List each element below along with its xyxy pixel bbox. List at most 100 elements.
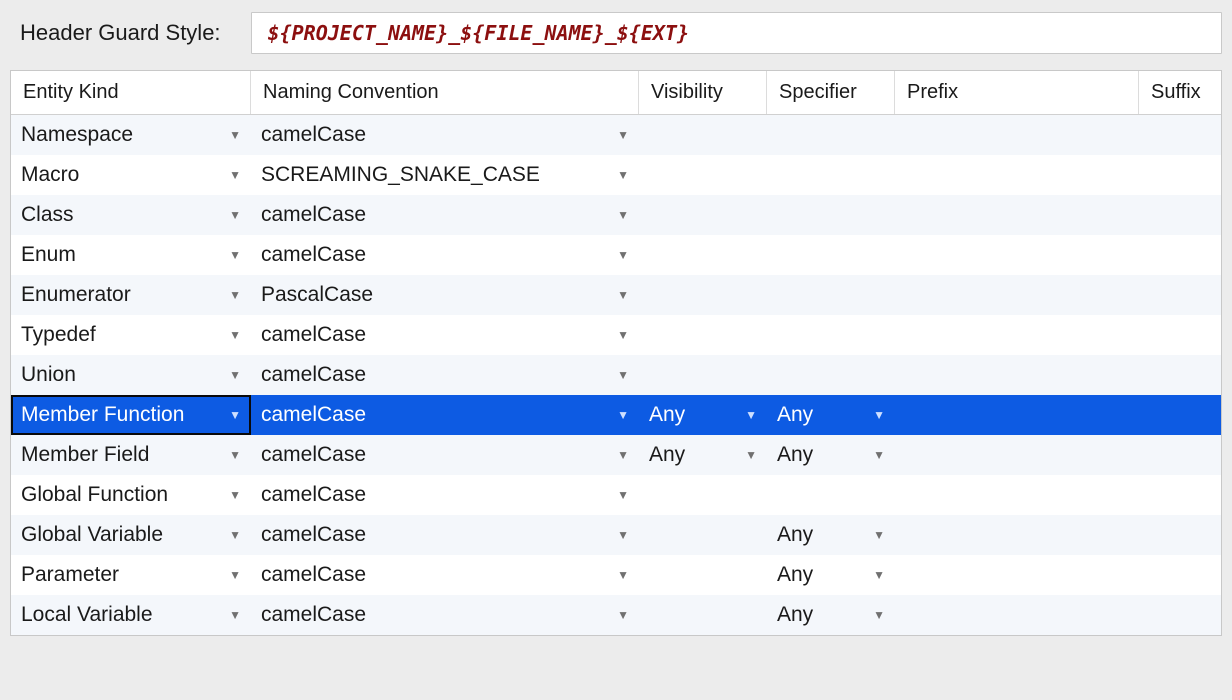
entity-kind-cell[interactable]: Enum▼ xyxy=(11,235,251,275)
col-header-entity[interactable]: Entity Kind xyxy=(11,71,251,114)
suffix-cell[interactable] xyxy=(1139,515,1221,555)
visibility-cell[interactable]: Any▼ xyxy=(639,435,767,475)
naming-convention-cell[interactable]: camelCase▼ xyxy=(251,195,639,235)
chevron-down-icon[interactable]: ▼ xyxy=(869,528,895,542)
chevron-down-icon[interactable]: ▼ xyxy=(613,368,639,382)
chevron-down-icon[interactable]: ▼ xyxy=(225,128,251,142)
entity-kind-cell[interactable]: Member Function▼ xyxy=(11,395,251,435)
suffix-cell[interactable] xyxy=(1139,235,1221,275)
table-row[interactable]: Enumerator▼PascalCase▼ xyxy=(11,275,1221,315)
naming-convention-cell[interactable]: camelCase▼ xyxy=(251,315,639,355)
col-header-convention[interactable]: Naming Convention xyxy=(251,71,639,114)
naming-convention-cell[interactable]: camelCase▼ xyxy=(251,475,639,515)
prefix-cell[interactable] xyxy=(895,195,1139,235)
chevron-down-icon[interactable]: ▼ xyxy=(225,408,251,422)
chevron-down-icon[interactable]: ▼ xyxy=(225,528,251,542)
suffix-cell[interactable] xyxy=(1139,275,1221,315)
specifier-cell[interactable]: Any▼ xyxy=(767,395,895,435)
chevron-down-icon[interactable]: ▼ xyxy=(869,568,895,582)
chevron-down-icon[interactable]: ▼ xyxy=(869,448,895,462)
entity-kind-cell[interactable]: Union▼ xyxy=(11,355,251,395)
chevron-down-icon[interactable]: ▼ xyxy=(225,328,251,342)
visibility-cell[interactable]: Any▼ xyxy=(639,395,767,435)
suffix-cell[interactable] xyxy=(1139,435,1221,475)
naming-convention-cell[interactable]: PascalCase▼ xyxy=(251,275,639,315)
suffix-cell[interactable] xyxy=(1139,555,1221,595)
suffix-cell[interactable] xyxy=(1139,115,1221,155)
prefix-cell[interactable] xyxy=(895,515,1139,555)
chevron-down-icon[interactable]: ▼ xyxy=(225,448,251,462)
col-header-prefix[interactable]: Prefix xyxy=(895,71,1139,114)
chevron-down-icon[interactable]: ▼ xyxy=(613,128,639,142)
suffix-cell[interactable] xyxy=(1139,355,1221,395)
chevron-down-icon[interactable]: ▼ xyxy=(613,408,639,422)
chevron-down-icon[interactable]: ▼ xyxy=(613,608,639,622)
chevron-down-icon[interactable]: ▼ xyxy=(225,568,251,582)
entity-kind-cell[interactable]: Global Function▼ xyxy=(11,475,251,515)
header-guard-input[interactable] xyxy=(251,12,1222,54)
entity-kind-cell[interactable]: Local Variable▼ xyxy=(11,595,251,635)
chevron-down-icon[interactable]: ▼ xyxy=(869,608,895,622)
col-header-suffix[interactable]: Suffix xyxy=(1139,71,1221,114)
table-row[interactable]: Member Field▼camelCase▼Any▼Any▼ xyxy=(11,435,1221,475)
chevron-down-icon[interactable]: ▼ xyxy=(613,328,639,342)
specifier-cell[interactable]: Any▼ xyxy=(767,595,895,635)
suffix-cell[interactable] xyxy=(1139,475,1221,515)
prefix-cell[interactable] xyxy=(895,475,1139,515)
chevron-down-icon[interactable]: ▼ xyxy=(741,448,767,462)
table-row[interactable]: Global Function▼camelCase▼ xyxy=(11,475,1221,515)
table-row[interactable]: Namespace▼camelCase▼ xyxy=(11,115,1221,155)
entity-kind-cell[interactable]: Enumerator▼ xyxy=(11,275,251,315)
chevron-down-icon[interactable]: ▼ xyxy=(225,288,251,302)
prefix-cell[interactable] xyxy=(895,155,1139,195)
table-row[interactable]: Typedef▼camelCase▼ xyxy=(11,315,1221,355)
entity-kind-cell[interactable]: Parameter▼ xyxy=(11,555,251,595)
table-row[interactable]: Parameter▼camelCase▼ Any▼ xyxy=(11,555,1221,595)
suffix-cell[interactable] xyxy=(1139,195,1221,235)
suffix-cell[interactable] xyxy=(1139,395,1221,435)
prefix-cell[interactable] xyxy=(895,275,1139,315)
col-header-visibility[interactable]: Visibility xyxy=(639,71,767,114)
chevron-down-icon[interactable]: ▼ xyxy=(613,568,639,582)
prefix-cell[interactable] xyxy=(895,315,1139,355)
prefix-cell[interactable] xyxy=(895,355,1139,395)
chevron-down-icon[interactable]: ▼ xyxy=(225,248,251,262)
chevron-down-icon[interactable]: ▼ xyxy=(613,448,639,462)
naming-convention-cell[interactable]: camelCase▼ xyxy=(251,515,639,555)
chevron-down-icon[interactable]: ▼ xyxy=(225,168,251,182)
specifier-cell[interactable]: Any▼ xyxy=(767,515,895,555)
naming-convention-cell[interactable]: SCREAMING_SNAKE_CASE▼ xyxy=(251,155,639,195)
naming-convention-cell[interactable]: camelCase▼ xyxy=(251,395,639,435)
chevron-down-icon[interactable]: ▼ xyxy=(613,488,639,502)
entity-kind-cell[interactable]: Global Variable▼ xyxy=(11,515,251,555)
naming-convention-cell[interactable]: camelCase▼ xyxy=(251,555,639,595)
naming-convention-cell[interactable]: camelCase▼ xyxy=(251,355,639,395)
prefix-cell[interactable] xyxy=(895,395,1139,435)
prefix-cell[interactable] xyxy=(895,115,1139,155)
suffix-cell[interactable] xyxy=(1139,595,1221,635)
naming-convention-cell[interactable]: camelCase▼ xyxy=(251,595,639,635)
chevron-down-icon[interactable]: ▼ xyxy=(225,208,251,222)
suffix-cell[interactable] xyxy=(1139,155,1221,195)
chevron-down-icon[interactable]: ▼ xyxy=(613,168,639,182)
chevron-down-icon[interactable]: ▼ xyxy=(613,288,639,302)
table-row[interactable]: Macro▼SCREAMING_SNAKE_CASE▼ xyxy=(11,155,1221,195)
entity-kind-cell[interactable]: Class▼ xyxy=(11,195,251,235)
specifier-cell[interactable]: Any▼ xyxy=(767,555,895,595)
specifier-cell[interactable]: Any▼ xyxy=(767,435,895,475)
chevron-down-icon[interactable]: ▼ xyxy=(225,368,251,382)
naming-convention-cell[interactable]: camelCase▼ xyxy=(251,235,639,275)
naming-convention-cell[interactable]: camelCase▼ xyxy=(251,435,639,475)
prefix-cell[interactable] xyxy=(895,235,1139,275)
table-row[interactable]: Global Variable▼camelCase▼ Any▼ xyxy=(11,515,1221,555)
entity-kind-cell[interactable]: Typedef▼ xyxy=(11,315,251,355)
table-row[interactable]: Enum▼camelCase▼ xyxy=(11,235,1221,275)
table-row[interactable]: Member Function▼camelCase▼Any▼Any▼ xyxy=(11,395,1221,435)
chevron-down-icon[interactable]: ▼ xyxy=(225,608,251,622)
entity-kind-cell[interactable]: Member Field▼ xyxy=(11,435,251,475)
prefix-cell[interactable] xyxy=(895,435,1139,475)
chevron-down-icon[interactable]: ▼ xyxy=(741,408,767,422)
chevron-down-icon[interactable]: ▼ xyxy=(613,528,639,542)
col-header-specifier[interactable]: Specifier xyxy=(767,71,895,114)
chevron-down-icon[interactable]: ▼ xyxy=(613,248,639,262)
